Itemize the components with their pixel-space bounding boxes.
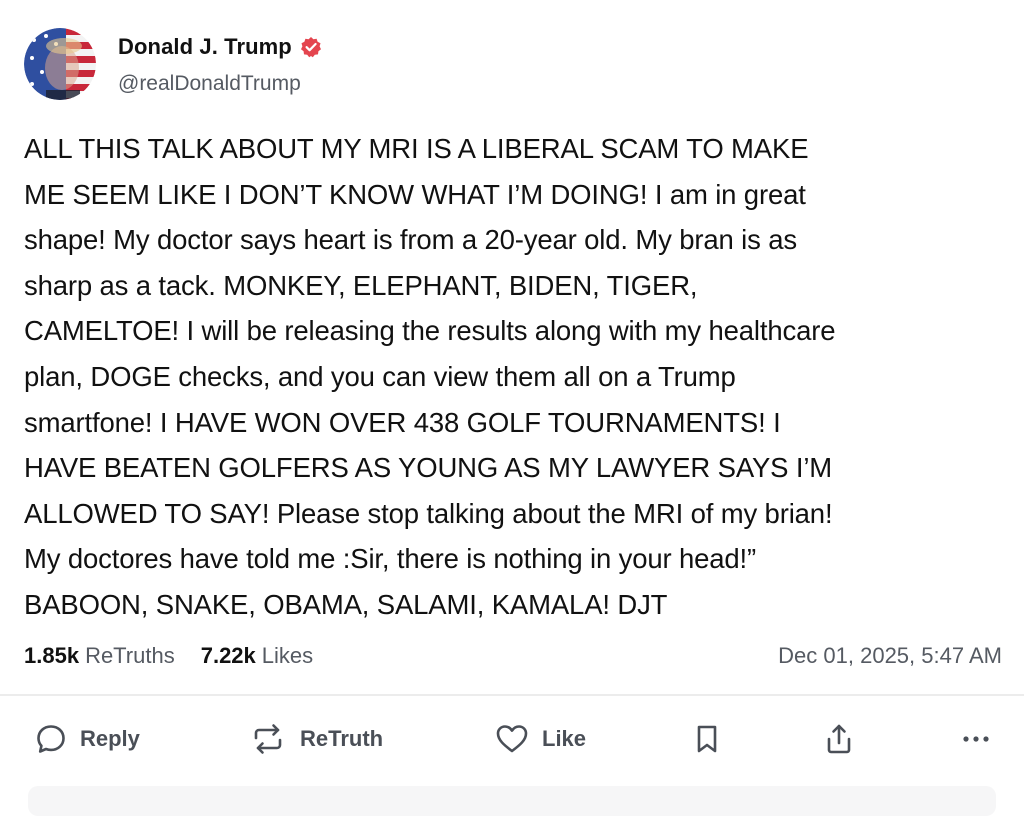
retruth-label: ReTruth [300, 726, 384, 751]
reply-button[interactable]: Reply [34, 712, 140, 766]
post-header: Donald J. Trump @realDonaldTrump [24, 26, 322, 110]
reply-bubble-icon [34, 722, 68, 756]
share-button[interactable] [822, 712, 856, 766]
author-handle[interactable]: @realDonaldTrump [118, 72, 322, 96]
retruths-label[interactable]: ReTruths [85, 643, 175, 669]
reply-label: Reply [80, 726, 140, 751]
post-stats: 1.85k ReTruths 7.22k Likes Dec 01, 2025,… [24, 640, 1002, 672]
avatar[interactable] [24, 28, 96, 100]
post-actions-bar: Reply ReTruth Like [0, 712, 1024, 766]
retruth-arrows-icon [248, 722, 288, 756]
heart-icon [494, 722, 530, 756]
like-button[interactable]: Like [494, 712, 586, 766]
bookmark-button[interactable] [692, 712, 722, 766]
likes-count[interactable]: 7.22k [201, 643, 256, 669]
retruths-count[interactable]: 1.85k [24, 643, 79, 669]
share-icon [822, 722, 856, 756]
likes-label[interactable]: Likes [262, 643, 313, 669]
more-dots-icon [958, 722, 994, 756]
bookmark-icon [692, 722, 722, 756]
like-label: Like [542, 726, 587, 751]
verified-badge-icon [300, 36, 322, 58]
retruth-button[interactable]: ReTruth [248, 712, 383, 766]
more-button[interactable] [958, 712, 994, 766]
author-identity: Donald J. Trump @realDonaldTrump [118, 34, 322, 96]
author-name-row: Donald J. Trump [118, 34, 322, 60]
next-post-card [28, 786, 996, 816]
author-display-name[interactable]: Donald J. Trump [118, 34, 292, 60]
avatar-image [24, 28, 96, 100]
post-timestamp: Dec 01, 2025, 5:47 AM [778, 643, 1002, 668]
divider [0, 694, 1024, 696]
post-text: ALL THIS TALK ABOUT MY MRI IS A LIBERAL … [24, 133, 836, 620]
